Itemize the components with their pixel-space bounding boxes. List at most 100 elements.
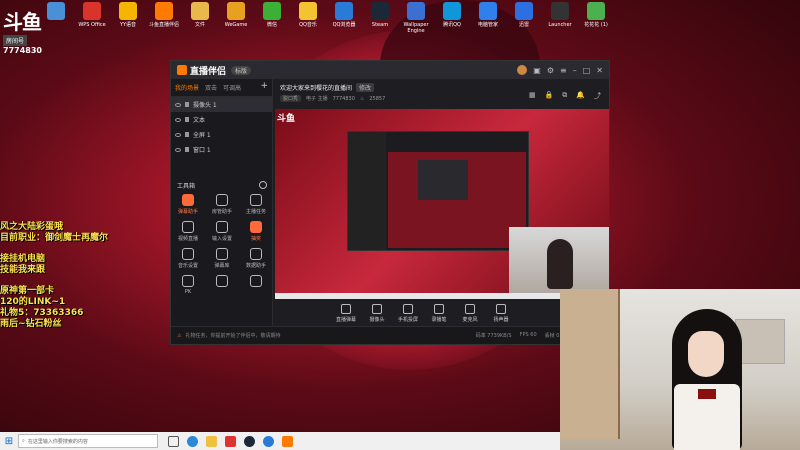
tab-adjust[interactable]: 可调高 xyxy=(223,83,241,92)
tab-double[interactable]: 双击 xyxy=(205,83,217,92)
status-message: 礼物任务，你提前开始了伴侣中，敬请期待 xyxy=(185,333,281,339)
steam-icon[interactable] xyxy=(244,435,255,447)
control-label: 扬声器 xyxy=(493,316,509,323)
tool-item[interactable]: 音乐设置 xyxy=(171,248,205,269)
close-icon[interactable]: ✕ xyxy=(596,66,603,75)
desktop-icon-label: QQ浏览器 xyxy=(332,22,356,28)
task-view-icon[interactable] xyxy=(168,435,179,447)
desktop-icon-label: 花花花 (1) xyxy=(584,22,608,28)
bell-icon[interactable]: 🔔 xyxy=(576,91,585,101)
desktop-icon-label: 微信 xyxy=(266,22,277,28)
lock-icon[interactable] xyxy=(185,147,189,152)
scene-tabs: 我的场景 双击 可调高 + xyxy=(171,79,272,97)
tool-item[interactable]: 主播任务 xyxy=(239,194,273,215)
desktop-app-icon xyxy=(47,2,65,20)
start-button[interactable]: ⊞ xyxy=(0,432,18,450)
desktop-icon[interactable]: YY语音 xyxy=(112,2,144,34)
add-source-icon[interactable]: + xyxy=(260,82,268,92)
tool-item[interactable]: 抽奖 xyxy=(239,221,273,242)
desktop-icon[interactable]: Wallpaper Engine xyxy=(400,2,432,34)
skin-icon[interactable]: ▣ xyxy=(533,66,541,75)
lock-icon[interactable]: 🔒 xyxy=(545,91,554,101)
tool-label: PK xyxy=(184,289,192,295)
edge-icon[interactable] xyxy=(187,435,198,447)
control-button[interactable]: 摄像头 xyxy=(366,303,388,323)
tool-item[interactable]: 视频直播 xyxy=(171,221,205,242)
tool-item[interactable] xyxy=(205,275,239,295)
tool-label: 数据助手 xyxy=(245,263,266,269)
overlay-line: 技能我来跟 xyxy=(0,265,46,275)
taskbar-search[interactable]: ⌕ 在这里输入你要搜索的内容 xyxy=(18,434,158,448)
tool-item[interactable]: 数据助手 xyxy=(239,248,273,269)
desktop-icon[interactable]: QQ音乐 xyxy=(292,2,324,34)
tool-item[interactable]: 房管助手 xyxy=(205,194,239,215)
desktop-icon[interactable]: QQ浏览器 xyxy=(328,2,360,34)
avatar[interactable] xyxy=(517,65,528,75)
source-item[interactable]: 全屏 1 xyxy=(171,127,272,142)
warning-icon: ⚠ xyxy=(177,332,182,339)
eye-icon[interactable] xyxy=(175,102,181,107)
desktop-icon[interactable]: Steam xyxy=(364,2,396,34)
app-icon-red[interactable] xyxy=(225,435,236,447)
grid-icon[interactable]: ▦ xyxy=(529,91,536,101)
control-button[interactable]: 扬声器 xyxy=(490,303,512,323)
overlay-line: 雨后~钻石粉丝 xyxy=(0,319,62,329)
desktop-icon[interactable] xyxy=(40,2,72,34)
desktop-app-icon xyxy=(227,2,245,20)
toolbox-grid: 弹幕助手 房管助手 主播任务视频直播 输入设置 抽奖音乐设置 弹幕库 数据助手 PK xyxy=(171,194,273,295)
minimize-icon[interactable]: – xyxy=(573,66,577,75)
menu-icon[interactable]: ≡ xyxy=(560,66,567,75)
version-badge[interactable]: 标版 xyxy=(231,65,252,75)
eye-icon[interactable] xyxy=(175,117,181,122)
preview-person xyxy=(547,239,573,289)
control-button[interactable]: 麦克风 xyxy=(459,303,481,323)
desktop-icon[interactable]: 斗鱼直播伴侣 xyxy=(148,2,180,34)
tool-item[interactable] xyxy=(239,275,273,295)
settings-icon[interactable]: ⚙ xyxy=(547,66,554,75)
control-button[interactable]: 直播弹幕 xyxy=(335,303,357,323)
folder-icon[interactable] xyxy=(206,435,217,447)
tool-item[interactable]: 弹幕助手 xyxy=(171,194,205,215)
desktop-icon[interactable]: WPS Office xyxy=(76,2,108,34)
control-label: 直播弹幕 xyxy=(335,316,356,323)
copy-icon[interactable]: ⧉ xyxy=(562,91,567,101)
desktop-icon[interactable]: 迅雷 xyxy=(508,2,540,34)
tool-item[interactable]: 输入设置 xyxy=(205,221,239,242)
tool-icon xyxy=(182,275,194,287)
desktop-icon[interactable]: 电脑管家 xyxy=(472,2,504,34)
douyu-taskbar-icon[interactable] xyxy=(282,435,293,447)
tool-icon xyxy=(182,194,194,206)
lock-icon[interactable] xyxy=(185,132,189,137)
desktop-icon[interactable]: Launcher xyxy=(544,2,576,34)
source-item[interactable]: 文本 xyxy=(171,112,272,127)
source-item[interactable]: 窗口 1 xyxy=(171,142,272,157)
preview-camera-feed xyxy=(509,227,609,293)
desktop-icon[interactable]: 文件 xyxy=(184,2,216,34)
control-label: 麦克风 xyxy=(462,316,478,323)
tool-icon xyxy=(182,248,194,260)
desktop-icon[interactable]: WeGame xyxy=(220,2,252,34)
desktop-icon[interactable]: 微信 xyxy=(256,2,288,34)
browser-icon[interactable] xyxy=(263,435,274,447)
lock-icon[interactable] xyxy=(185,102,189,107)
control-button[interactable]: 录播笔 xyxy=(428,303,450,323)
source-item[interactable]: 摄像头 1 xyxy=(171,97,272,112)
tool-icon xyxy=(216,194,228,206)
control-icon xyxy=(496,303,506,314)
tool-item[interactable]: PK xyxy=(171,275,205,295)
tab-my-scenes[interactable]: 我的场景 xyxy=(175,83,199,92)
control-button[interactable]: 手机投屏 xyxy=(397,303,419,323)
share-icon[interactable]: ⤴ xyxy=(594,91,601,101)
edit-title-button[interactable]: 修改 xyxy=(356,83,375,92)
desktop-app-icon xyxy=(191,2,209,20)
tool-item[interactable]: 弹幕库 xyxy=(205,248,239,269)
lock-icon[interactable] xyxy=(185,117,189,122)
desktop-icon[interactable]: 花花花 (1) xyxy=(580,2,612,34)
category-badge[interactable]: 脱口秀 xyxy=(280,95,302,102)
stream-preview[interactable]: 斗鱼 xyxy=(275,109,609,299)
eye-icon[interactable] xyxy=(175,147,181,152)
toolbox-settings-icon[interactable] xyxy=(259,181,267,189)
eye-icon[interactable] xyxy=(175,132,181,137)
maximize-icon[interactable]: □ xyxy=(583,66,591,75)
desktop-icon[interactable]: 腾讯QQ xyxy=(436,2,468,34)
